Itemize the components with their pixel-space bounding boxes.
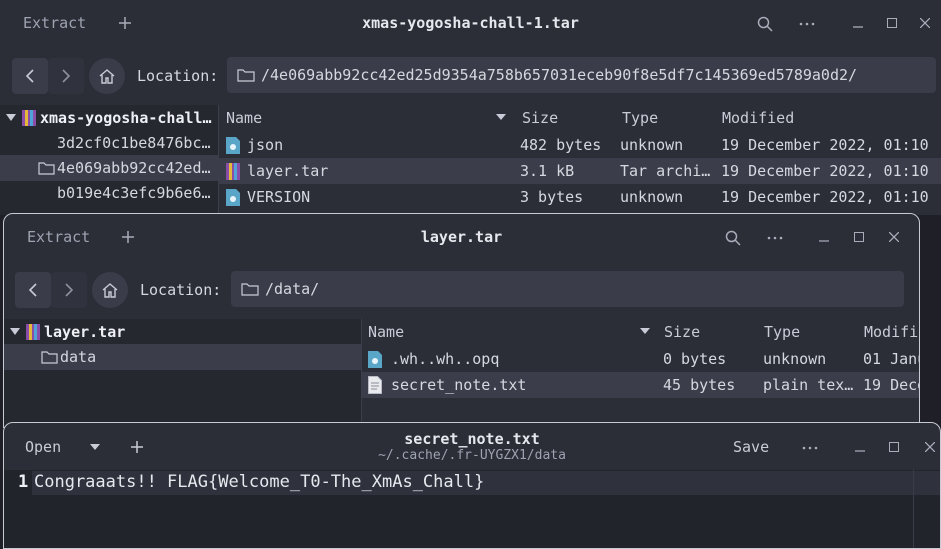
tree-root-label: layer.tar [44, 323, 126, 341]
back-icon [27, 283, 39, 297]
folder-tree: layer.tar data [4, 319, 361, 427]
folder-icon [38, 161, 55, 175]
close-icon[interactable] [917, 15, 933, 31]
list-header: Name Size Type Modifi [362, 319, 919, 345]
editor-line[interactable]: Congraaats!! FLAG{Welcome_T0-The_XmAs_Ch… [34, 472, 484, 492]
folder-icon [41, 350, 58, 364]
tree-root[interactable]: layer.tar [4, 319, 361, 345]
table-row[interactable]: .wh..wh..opq 0 bytes unknown 01 Janu [362, 346, 919, 372]
home-button[interactable] [92, 272, 128, 308]
table-row-selected[interactable]: layer.tar 3.1 kB Tar archi… 19 December … [219, 158, 941, 184]
minimize-icon[interactable] [850, 15, 866, 31]
folder-icon [241, 282, 259, 296]
extract-button[interactable]: Extract [23, 14, 86, 32]
col-type-header[interactable]: Type [622, 109, 658, 127]
close-icon[interactable] [886, 229, 902, 245]
sort-down-icon[interactable] [496, 114, 506, 121]
menu-dots-icon[interactable] [801, 439, 819, 457]
forward-icon [60, 69, 72, 83]
tree-item[interactable]: 3d2cf0c1be8476bc… [0, 130, 218, 156]
right-margin-line [913, 470, 914, 548]
back-button[interactable] [12, 58, 48, 94]
sort-down-icon[interactable] [640, 328, 650, 335]
window-subtitle: ~/.cache/.fr-UYGZX1/data [378, 448, 566, 463]
tree-root-label: xmas-yogosha-chall… [40, 109, 212, 127]
minimize-icon[interactable] [852, 439, 868, 455]
file-list: Name Size Type Modifi .wh..wh..opq 0 byt… [362, 319, 919, 427]
forward-button[interactable] [51, 272, 87, 308]
plus-icon[interactable] [120, 229, 136, 245]
expand-triangle-icon[interactable] [10, 328, 20, 336]
search-icon[interactable] [724, 229, 742, 247]
back-button[interactable] [15, 272, 51, 308]
table-row[interactable]: json 482 bytes unknown 19 December 2022,… [219, 132, 941, 158]
text-editor-window: Open secret_note.txt ~/.cache/.fr-UYGZX1… [3, 422, 941, 549]
text-file-icon [368, 376, 382, 394]
archive-window-main: Extract xmas-yogosha-chall-1.tar Locatio… [0, 0, 941, 215]
folder-icon [237, 68, 255, 82]
col-size-header[interactable]: Size [522, 109, 558, 127]
expand-triangle-icon[interactable] [6, 114, 16, 122]
archive-icon [226, 162, 240, 180]
archive-icon [26, 324, 40, 340]
titlebar: Extract xmas-yogosha-chall-1.tar [0, 0, 941, 46]
menu-dots-icon[interactable] [766, 229, 784, 247]
tree-item-selected[interactable]: data [4, 344, 361, 370]
location-path: /4e069abb92cc42ed25d9354a758b657031eceb9… [261, 66, 858, 84]
col-size-header[interactable]: Size [664, 323, 700, 341]
tree-item-selected[interactable]: 4e069abb92cc42ed… [0, 155, 218, 181]
back-icon [24, 69, 36, 83]
tree-root[interactable]: xmas-yogosha-chall… [0, 105, 218, 131]
plus-icon[interactable] [117, 15, 133, 31]
line-number: 1 [18, 472, 29, 492]
folder-tree: xmas-yogosha-chall… 3d2cf0c1be8476bc… 4e… [0, 105, 218, 215]
location-path: /data/ [265, 280, 320, 298]
location-field[interactable]: /4e069abb92cc42ed25d9354a758b657031eceb9… [227, 57, 936, 93]
menu-dots-icon[interactable] [798, 15, 816, 33]
home-icon [98, 68, 116, 84]
extract-button[interactable]: Extract [27, 228, 90, 246]
file-list: Name Size Type Modified json 482 bytes u… [219, 105, 941, 215]
file-icon [226, 188, 240, 206]
location-field[interactable]: /data/ [231, 271, 904, 307]
maximize-icon[interactable] [851, 229, 867, 245]
col-modified-header[interactable]: Modified [722, 109, 794, 127]
file-icon [226, 136, 240, 154]
save-button[interactable]: Save [733, 438, 769, 456]
titlebar: Extract layer.tar [4, 214, 919, 260]
home-button[interactable] [89, 58, 125, 94]
archive-window-layer: Extract layer.tar Location: /data/ layer… [3, 213, 920, 428]
archive-icon [22, 110, 36, 126]
col-modified-header[interactable]: Modifi [864, 323, 918, 341]
col-name-header[interactable]: Name [368, 323, 404, 341]
table-row[interactable]: VERSION 3 bytes unknown 19 December 2022… [219, 184, 941, 210]
location-label: Location: [140, 281, 222, 299]
list-header: Name Size Type Modified [219, 105, 941, 131]
table-row-selected[interactable]: secret_note.txt 45 bytes plain tex… 19 D… [362, 372, 919, 398]
minimize-icon[interactable] [816, 229, 832, 245]
close-icon[interactable] [922, 439, 938, 455]
forward-button[interactable] [48, 58, 84, 94]
home-icon [101, 282, 119, 298]
tree-item[interactable]: b019e4c3efc9b6e6… [0, 180, 218, 206]
col-type-header[interactable]: Type [764, 323, 800, 341]
col-name-header[interactable]: Name [226, 109, 262, 127]
maximize-icon[interactable] [884, 15, 900, 31]
file-icon [368, 350, 382, 368]
maximize-icon[interactable] [886, 439, 902, 455]
search-icon[interactable] [756, 15, 774, 33]
forward-icon [63, 283, 75, 297]
location-label: Location: [137, 67, 219, 85]
editor-area[interactable]: 1 Congraaats!! FLAG{Welcome_T0-The_XmAs_… [4, 470, 940, 548]
